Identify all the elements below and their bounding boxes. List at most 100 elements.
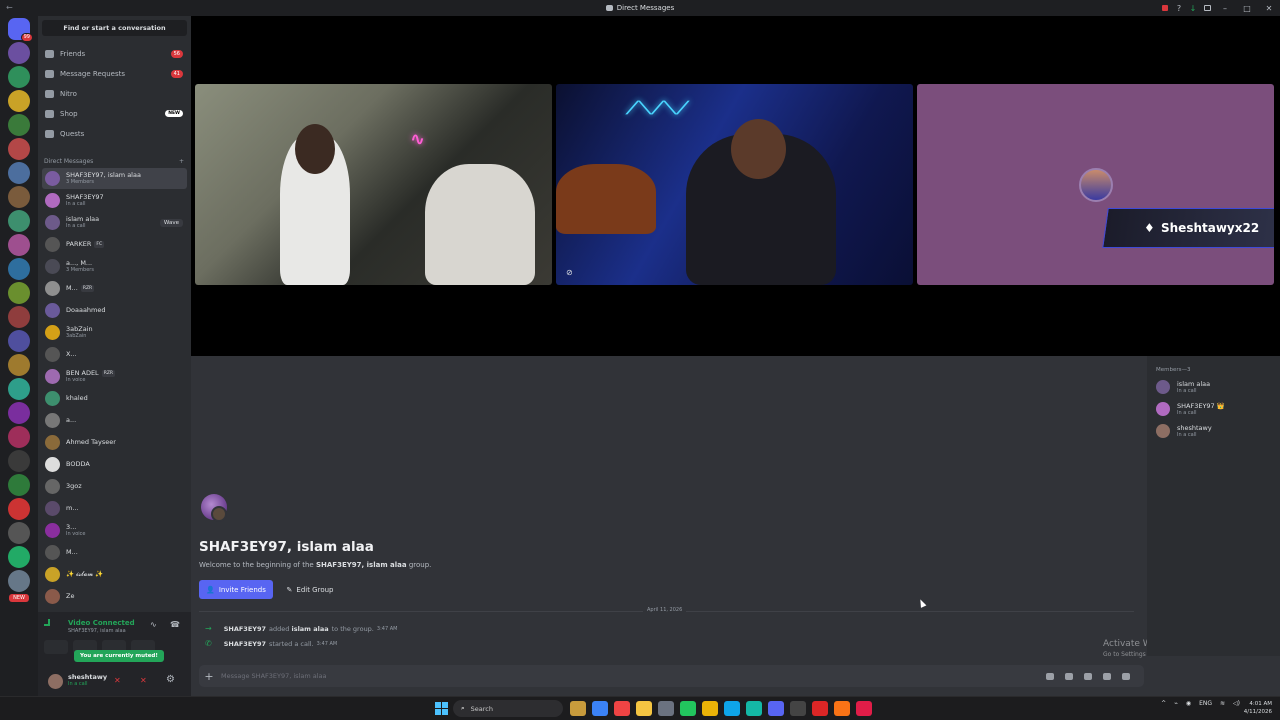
video-tile[interactable]: ⟋⟍⟋⟍⟋ ⊘ [556,84,913,285]
server-icon[interactable] [8,66,30,88]
taskbar-app-icon[interactable] [570,701,586,716]
chevron-up-icon[interactable]: ^ [1161,700,1166,707]
nav-nitro[interactable]: Nitro [42,85,187,102]
dm-item[interactable]: Ahmed Tayseer [42,432,187,453]
nav-quests[interactable]: Quests [42,125,187,142]
close-button[interactable]: ✕ [1258,0,1280,16]
language-indicator[interactable]: ENG [1199,700,1212,707]
nav-message-requests[interactable]: Message Requests 41 [42,65,187,82]
server-icon[interactable] [8,402,30,424]
server-icon[interactable] [8,498,30,520]
taskbar-app-icon[interactable] [592,701,608,716]
dm-item[interactable]: khaled [42,388,187,409]
chrome-icon[interactable] [680,701,696,716]
tiktok-icon[interactable] [856,701,872,716]
dm-item[interactable]: a..., M... 3 Members [42,256,187,277]
network-icon[interactable]: ⌁ [1174,700,1178,707]
taskbar-clock[interactable]: 4:01 AM 4/11/2026 [1244,700,1272,716]
disconnect-icon[interactable]: ☎ [170,620,180,629]
add-dm-icon[interactable]: + [179,158,184,165]
steam-icon[interactable] [724,701,740,716]
server-icon[interactable] [8,210,30,232]
nav-shop[interactable]: Shop NEW [42,105,187,122]
gear-icon[interactable]: ⚙ [166,674,175,685]
video-tile[interactable]: ♦ Sheshtawyx22 [917,84,1274,285]
taskbar-app-icon[interactable] [702,701,718,716]
message-input[interactable]: + Message SHAF3EY97, islam alaa [199,665,1144,687]
deafen-icon[interactable]: ✕ [140,676,147,685]
brave-icon[interactable] [614,701,630,716]
sticker-icon[interactable] [1084,672,1092,680]
server-icon[interactable] [8,306,30,328]
user-avatar[interactable] [48,674,63,689]
server-icon[interactable] [8,90,30,112]
mute-mic-icon[interactable]: ✕ [114,676,121,685]
noise-suppression-icon[interactable]: ∿ [150,620,157,629]
server-icon[interactable] [8,378,30,400]
member-item[interactable]: islam alaa In a call [1156,380,1210,394]
dm-item[interactable]: ✨ 𝓲𝓼𝓵𝓪𝓶 ✨ [42,564,187,585]
dm-item[interactable]: 3goz [42,476,187,497]
server-icon[interactable] [8,234,30,256]
dm-item[interactable]: SHAF3EY97, islam alaa 3 Members [42,168,187,189]
server-icon[interactable] [8,474,30,496]
voice-status[interactable]: Video Connected [68,619,135,627]
member-item[interactable]: SHAF3EY97 👑 In a call [1156,402,1225,416]
gif-icon[interactable] [1065,672,1073,680]
mic-icon[interactable]: ◉ [1186,700,1191,707]
wifi-icon[interactable]: ≋ [1220,700,1225,707]
nav-friends[interactable]: Friends 56 [42,45,187,62]
inbox-icon[interactable] [1200,0,1214,16]
edge-icon[interactable] [746,701,762,716]
dm-item[interactable]: m... [42,498,187,519]
discord-icon[interactable] [768,701,784,716]
video-button[interactable] [44,640,68,654]
server-icon[interactable] [8,570,30,592]
dm-item[interactable]: X... [42,344,187,365]
server-icon[interactable] [8,522,30,544]
taskbar-search[interactable]: ⌕ Search [453,700,563,717]
dm-item[interactable]: SHAF3EY97 In a call [42,190,187,211]
volume-icon[interactable]: ◁) [1233,700,1240,707]
server-icon[interactable] [8,354,30,376]
dm-item[interactable]: 3abZain 3abZain [42,322,187,343]
taskbar-app-icon[interactable] [790,701,806,716]
edit-group-button[interactable]: ✎ Edit Group [281,580,339,599]
dm-item[interactable]: a... [42,410,187,431]
taskbar-app-icon[interactable] [812,701,828,716]
server-icon[interactable] [8,450,30,472]
dm-item[interactable]: BODDA [42,454,187,475]
dm-item[interactable]: M... RZR [42,278,187,299]
dm-item[interactable]: Ze [42,586,187,607]
server-icon[interactable] [8,258,30,280]
video-tile[interactable]: ∿ [195,84,552,285]
dm-item[interactable]: Doaaahmed [42,300,187,321]
server-icon[interactable] [8,546,30,568]
maximize-button[interactable]: □ [1236,0,1258,16]
server-icon[interactable] [8,330,30,352]
member-item[interactable]: sheshtawy In a call [1156,424,1212,438]
invite-friends-button[interactable]: 👤 Invite Friends [199,580,273,599]
server-icon[interactable] [8,426,30,448]
server-icon[interactable] [8,42,30,64]
home-icon[interactable]: 99 [8,18,33,42]
emoji-icon[interactable] [1103,672,1111,680]
gift-icon[interactable] [1046,672,1054,680]
dm-item[interactable]: 3... In voice [42,520,187,541]
minimize-button[interactable]: – [1214,0,1236,16]
dm-item[interactable]: PARKER FC [42,234,187,255]
dm-item[interactable]: BEN ADEL RZR In voice [42,366,187,387]
dm-item[interactable]: islam alaa In a call Wave [42,212,187,233]
windows-start-icon[interactable] [435,702,448,715]
folder-icon[interactable] [636,701,652,716]
alert-icon[interactable] [1158,0,1172,16]
server-icon[interactable] [8,186,30,208]
find-conversation-input[interactable]: Find or start a conversation [42,20,187,36]
dm-item[interactable]: M... [42,542,187,563]
add-attachment-icon[interactable]: + [199,670,219,683]
help-icon[interactable]: ? [1172,0,1186,16]
server-icon[interactable] [8,162,30,184]
server-icon[interactable] [8,282,30,304]
taskbar-app-icon[interactable] [834,701,850,716]
download-icon[interactable]: ↓ [1186,0,1200,16]
